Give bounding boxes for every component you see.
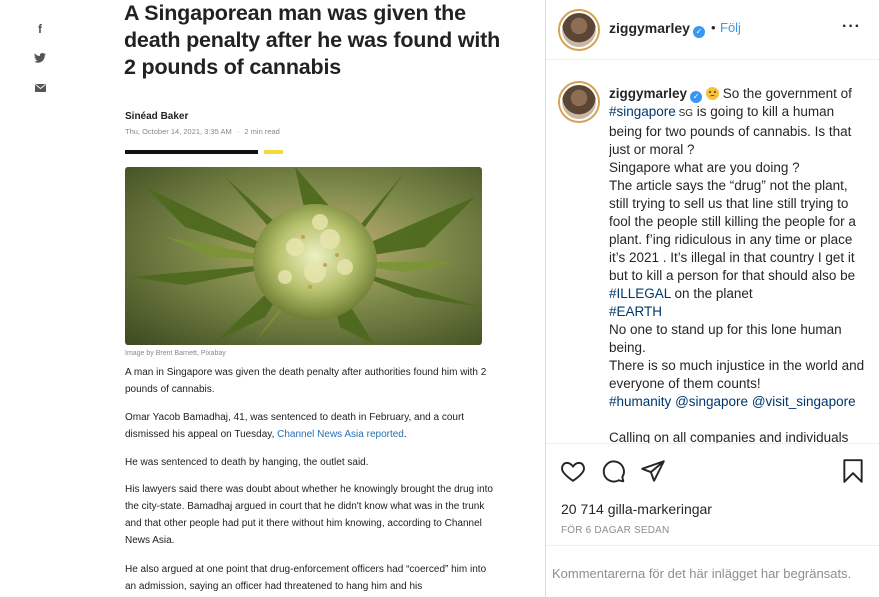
comment-icon[interactable] — [600, 458, 626, 484]
verified-badge-icon: ✓ — [690, 91, 703, 103]
post-header-username[interactable]: ziggymarley ✓ — [609, 20, 705, 38]
post-timestamp[interactable]: FÖR 6 DAGAR SEDAN — [561, 525, 669, 536]
comments-restricted-notice: Kommentarerna för det här inlägget har b… — [552, 566, 852, 581]
twitter-icon[interactable] — [33, 51, 47, 65]
mention-singapore[interactable]: @singapore — [675, 394, 748, 409]
article-author: Sinéad Baker — [125, 111, 189, 122]
accent-bar — [125, 150, 258, 154]
avatar[interactable] — [558, 9, 600, 51]
email-icon[interactable] — [33, 81, 47, 95]
hashtag-humanity[interactable]: #humanity — [609, 394, 671, 409]
post-caption: ziggymarley ✓ So the government of #singa… — [609, 85, 869, 443]
hashtag-illegal[interactable]: #ILLEGAL — [609, 286, 671, 301]
caption-username[interactable]: ziggymarley — [609, 86, 687, 101]
channel-news-asia-link[interactable]: Channel News Asia reported — [277, 429, 404, 440]
follow-button[interactable]: Följ — [720, 20, 741, 35]
article-paragraph: Omar Yacob Bamadhaj, 41, was sentenced t… — [125, 412, 465, 440]
heart-icon[interactable] — [560, 458, 586, 484]
facebook-icon[interactable]: f — [33, 22, 47, 36]
separator-dot: • — [711, 20, 716, 35]
frowning-face-icon — [706, 87, 720, 100]
mention-visit-singapore[interactable]: @visit_singapore — [752, 394, 856, 409]
article-date: Thu, October 14, 2021, 3:35 AM — [125, 127, 232, 136]
more-options-icon[interactable]: ··· — [842, 18, 861, 36]
bookmark-icon[interactable] — [840, 458, 866, 484]
verified-badge-icon: ✓ — [692, 26, 705, 38]
article-dateline: Thu, October 14, 2021, 3:35 AM · 2 min r… — [125, 127, 280, 136]
article-screenshot: f A Singaporean man was given the death … — [0, 0, 545, 597]
instagram-post-panel: ziggymarley ✓ • Följ ··· ziggymarley ✓ So … — [546, 0, 879, 597]
article-paragraph: A man in Singapore was given the death p… — [125, 367, 487, 395]
comments-divider — [546, 545, 879, 546]
hashtag-singapore[interactable]: #singapore — [609, 104, 676, 119]
image-caption: Image by Brent Barnett, Pixabay — [125, 350, 226, 357]
avatar[interactable] — [558, 81, 600, 123]
actions-divider — [546, 443, 879, 444]
likes-count[interactable]: 20 714 gilla-markeringar — [561, 501, 712, 517]
article-paragraph: His lawyers said there was doubt about w… — [125, 484, 493, 546]
article-headline: A Singaporean man was given the death pe… — [124, 1, 501, 79]
article-read-time: 2 min read — [244, 127, 280, 136]
share-icon[interactable] — [640, 458, 666, 484]
accent-bar-yellow — [264, 150, 283, 154]
article-paragraph: He also argued at one point that drug-en… — [125, 564, 487, 592]
singapore-flag-text: SG — [675, 108, 694, 119]
cannabis-photo — [125, 167, 482, 345]
article-paragraph: He was sentenced to death by hanging, th… — [125, 457, 369, 468]
header-divider — [546, 59, 879, 60]
hashtag-earth[interactable]: #EARTH — [609, 303, 869, 321]
